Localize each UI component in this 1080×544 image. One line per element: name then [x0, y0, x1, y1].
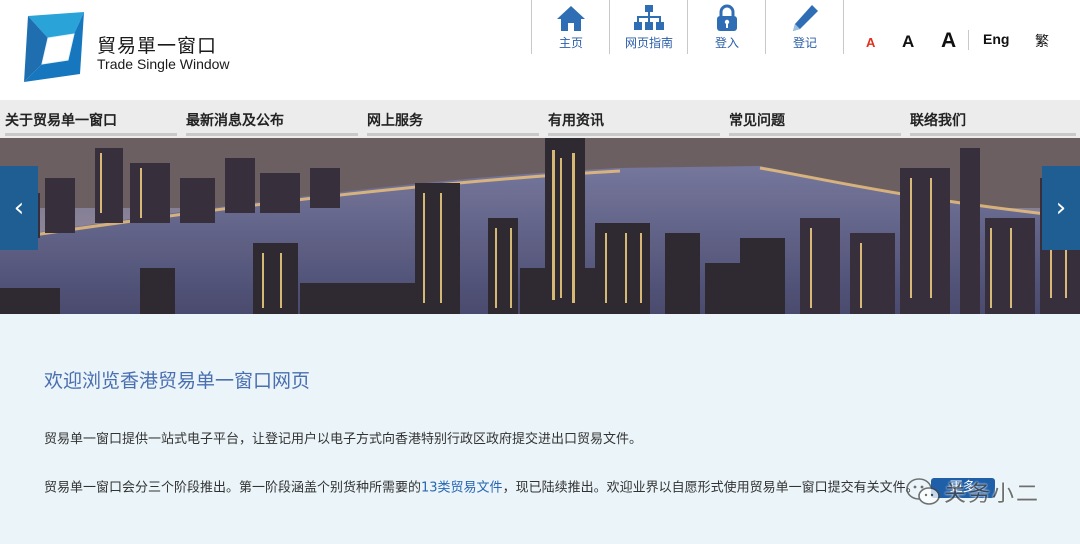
watermark-text: 关务小二: [944, 482, 1041, 507]
english-language-link[interactable]: Eng: [983, 31, 1009, 47]
pencil-icon: [793, 5, 818, 31]
nav-online-services[interactable]: 网上服务: [367, 100, 543, 138]
nav-contact-us[interactable]: 联络我们: [910, 100, 1080, 138]
wechat-icon: [906, 478, 940, 505]
home-icon: [557, 6, 585, 31]
tsw-logo-icon[interactable]: [22, 12, 88, 82]
divider: [968, 30, 969, 50]
nav-useful-info[interactable]: 有用资讯: [548, 100, 724, 138]
wechat-watermark: 关务小二: [906, 476, 1040, 508]
font-size-medium-button[interactable]: A: [902, 32, 914, 52]
intro-paragraph: 贸易单一窗口提供一站式电子平台，让登记用户以电子方式向香港特别行政区政府提交进出…: [44, 432, 643, 447]
sitemap-icon: [634, 5, 664, 30]
sitemap-link-label: 网页指南: [624, 36, 673, 50]
site-header: 貿易單一窗口 Trade Single Window 主页 网页指南 登入 登记…: [0, 0, 1080, 100]
hero-banner: ‹ ›: [0, 138, 1080, 314]
home-link-label: 主页: [558, 36, 583, 50]
font-size-large-button[interactable]: A: [941, 29, 956, 53]
banner-next-button[interactable]: ›: [1042, 166, 1080, 250]
phase-paragraph: 贸易单一窗口会分三个阶段推出。第一阶段涵盖个别货种所需要的13类贸易文件，现已陆…: [44, 478, 1054, 498]
phase-text-start: 贸易单一窗口会分三个阶段推出。第一阶段涵盖个别货种所需要的: [44, 480, 422, 496]
welcome-title: 欢迎浏览香港贸易单一窗口网页: [44, 370, 311, 392]
login-link[interactable]: 登入: [688, 0, 766, 54]
register-link-label: 登记: [792, 36, 817, 50]
login-link-label: 登入: [714, 36, 739, 50]
register-link[interactable]: 登记: [766, 0, 844, 54]
font-size-small-button[interactable]: A: [866, 35, 875, 50]
traditional-chinese-link[interactable]: 繁: [1035, 31, 1049, 51]
divider: [843, 0, 844, 54]
home-link[interactable]: 主页: [532, 0, 610, 54]
nav-faq[interactable]: 常见问题: [729, 100, 905, 138]
brand-name-english: Trade Single Window: [97, 56, 230, 72]
phase-text-end: ，现已陆续推出。欢迎业界以自愿形式使用贸易单一窗口提交有关文件。: [502, 480, 919, 496]
sitemap-link[interactable]: 网页指南: [610, 0, 688, 54]
banner-prev-button[interactable]: ‹: [0, 166, 38, 250]
nav-news[interactable]: 最新消息及公布: [186, 100, 362, 138]
brand-name-chinese: 貿易單一窗口: [97, 35, 218, 57]
lock-icon: [717, 4, 737, 31]
nav-about[interactable]: 关于贸易单一窗口: [5, 100, 181, 138]
trade-documents-link[interactable]: 13类贸易文件: [421, 481, 503, 496]
welcome-section: 欢迎浏览香港贸易单一窗口网页 贸易单一窗口提供一站式电子平台，让登记用户以电子方…: [0, 314, 1080, 544]
harbour-night-image: [0, 138, 1080, 314]
main-nav: 关于贸易单一窗口 最新消息及公布 网上服务 有用资讯 常见问题 联络我们: [0, 100, 1080, 138]
